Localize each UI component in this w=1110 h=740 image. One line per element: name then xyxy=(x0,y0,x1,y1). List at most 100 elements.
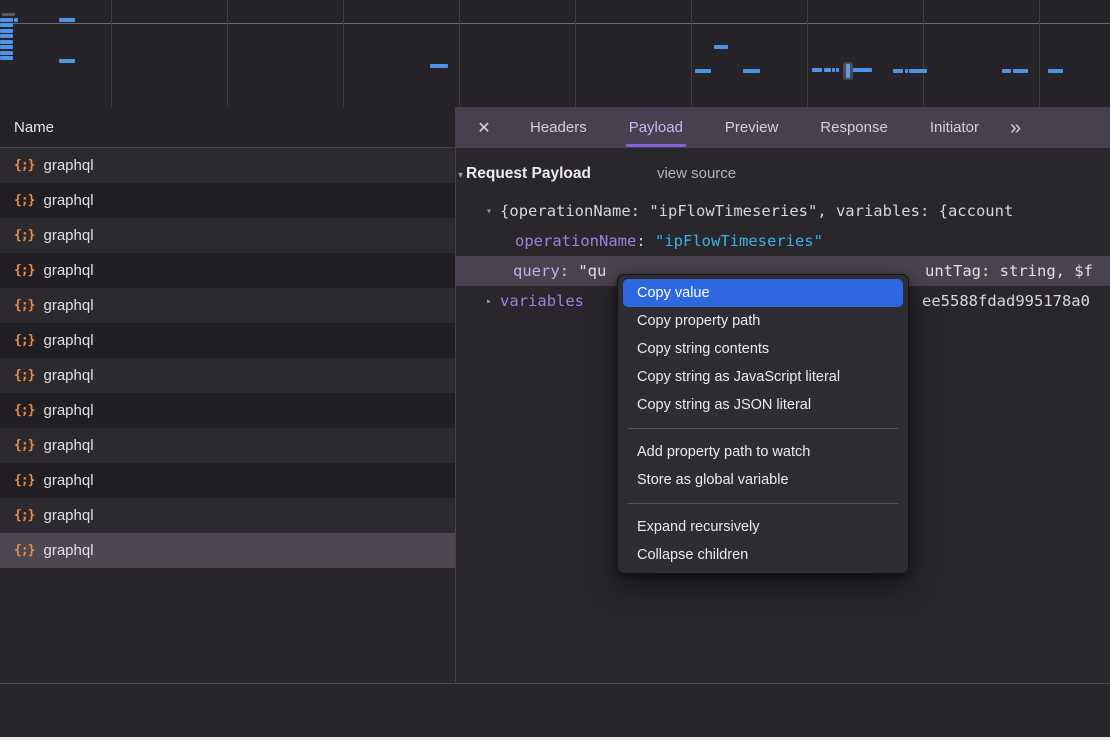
name-column-label: Name xyxy=(14,119,54,136)
request-row[interactable]: {;}graphql xyxy=(0,253,455,288)
tab-headers[interactable]: Headers xyxy=(515,107,602,148)
property-value: "ipFlowTimeseries" xyxy=(655,232,823,250)
timeline-bar[interactable] xyxy=(695,69,711,73)
timeline-selected-bar-inner xyxy=(846,64,850,78)
request-name-label: graphql xyxy=(43,332,93,349)
overview-gridline xyxy=(807,0,808,107)
menu-separator xyxy=(628,503,898,504)
json-braces-icon: {;} xyxy=(14,333,34,348)
tab-preview[interactable]: Preview xyxy=(710,107,793,148)
request-name-label: graphql xyxy=(43,402,93,419)
property-value-right: untTag: string, $f xyxy=(925,262,1093,280)
request-name-label: graphql xyxy=(43,297,93,314)
tab-initiator[interactable]: Initiator xyxy=(915,107,994,148)
json-braces-icon: {;} xyxy=(14,508,34,523)
request-row[interactable]: {;}graphql xyxy=(0,358,455,393)
request-row[interactable]: {;} graphql xyxy=(0,323,455,358)
request-name-label: graphql xyxy=(43,542,93,559)
timeline-bar[interactable] xyxy=(909,69,927,73)
section-title: Request Payload xyxy=(466,165,591,183)
timeline-bar[interactable] xyxy=(714,45,728,49)
overview-gridline xyxy=(111,0,112,107)
json-braces-icon: {;} xyxy=(14,193,34,208)
overview-gridline xyxy=(575,0,576,107)
collapse-triangle-icon[interactable]: ▾ xyxy=(486,206,492,217)
json-braces-icon: {;} xyxy=(14,543,34,558)
timeline-bar[interactable] xyxy=(853,68,872,72)
json-braces-icon: {;} xyxy=(14,368,34,383)
request-row[interactable]: {;} graphql xyxy=(0,148,455,183)
timeline-bar[interactable] xyxy=(1013,69,1028,73)
timeline-bar[interactable] xyxy=(1002,69,1011,73)
timeline-bar[interactable] xyxy=(0,40,13,44)
menu-item-copy-string-as-javascript-literal[interactable]: Copy string as JavaScript literal xyxy=(623,363,903,391)
timeline-bar[interactable] xyxy=(836,68,839,72)
json-braces-icon: {;} xyxy=(14,473,34,488)
timeline-bar[interactable] xyxy=(0,45,13,49)
request-row[interactable]: {;} graphql xyxy=(0,533,455,568)
view-source-link[interactable]: view source xyxy=(657,165,736,182)
timeline-bar[interactable] xyxy=(59,18,75,22)
collapse-triangle-icon: ▾ xyxy=(458,170,463,181)
menu-item-collapse-children[interactable]: Collapse children xyxy=(623,541,903,569)
timeline-bar[interactable] xyxy=(2,13,15,16)
object-preview-row[interactable]: ▾ {operationName: "ipFlowTimeseries", va… xyxy=(456,196,1110,226)
request-row[interactable]: {;} graphql xyxy=(0,288,455,323)
overview-gridline xyxy=(459,0,460,107)
operationname-row[interactable]: operationName: "ipFlowTimeseries" xyxy=(456,226,1110,256)
timeline-bar[interactable] xyxy=(812,68,822,72)
property-value-left: "qu xyxy=(578,262,606,280)
timeline-bar[interactable] xyxy=(0,34,13,38)
request-payload-section-header[interactable]: ▾ Request Payload view source xyxy=(456,148,1110,183)
json-braces-icon: {;} xyxy=(14,298,34,313)
menu-item-copy-string-contents[interactable]: Copy string contents xyxy=(623,335,903,363)
menu-item-copy-property-path[interactable]: Copy property path xyxy=(623,307,903,335)
json-braces-icon: {;} xyxy=(14,438,34,453)
close-icon[interactable]: ✕ xyxy=(471,118,497,138)
overview-gridline xyxy=(227,0,228,107)
timeline-bar[interactable] xyxy=(1048,69,1063,73)
json-braces-icon: {;} xyxy=(14,403,34,418)
request-row[interactable]: {;} graphql xyxy=(0,393,455,428)
timeline-bar[interactable] xyxy=(893,69,903,73)
request-name-label: graphql xyxy=(43,262,93,279)
expand-triangle-icon[interactable]: ▸ xyxy=(486,296,492,307)
json-braces-icon: {;} xyxy=(14,158,34,173)
timeline-bar[interactable] xyxy=(0,56,13,60)
menu-separator xyxy=(628,428,898,429)
timeline-bar[interactable] xyxy=(743,69,760,73)
menu-item-expand-recursively[interactable]: Expand recursively xyxy=(623,513,903,541)
request-name-label: graphql xyxy=(43,227,93,244)
network-overview-timeline[interactable] xyxy=(0,0,1110,108)
timeline-bar[interactable] xyxy=(905,69,908,73)
timeline-bar[interactable] xyxy=(430,64,448,68)
timeline-bar[interactable] xyxy=(0,29,13,33)
request-name-label: graphql xyxy=(43,157,93,174)
timeline-bar[interactable] xyxy=(824,68,831,72)
menu-item-store-as-global-variable[interactable]: Store as global variable xyxy=(623,466,903,494)
request-row[interactable]: {;}graphql xyxy=(0,183,455,218)
request-row[interactable]: {;}graphql xyxy=(0,498,455,533)
timeline-selected-bar[interactable] xyxy=(843,62,853,80)
menu-item-copy-value[interactable]: Copy value xyxy=(623,279,903,307)
timeline-bar[interactable] xyxy=(832,68,835,72)
request-list-name-column-header[interactable]: Name xyxy=(0,107,455,148)
request-list: {;} graphql {;} graphql {;} graphql {;} graphql… xyxy=(0,148,455,568)
more-tabs-icon[interactable]: » xyxy=(1010,118,1021,138)
timeline-bar[interactable] xyxy=(0,23,13,27)
timeline-bar[interactable] xyxy=(0,18,13,22)
timeline-bar[interactable] xyxy=(0,51,13,55)
tab-payload[interactable]: Payload xyxy=(614,107,698,148)
timeline-bar[interactable] xyxy=(14,18,18,22)
request-row[interactable]: {;}graphql xyxy=(0,218,455,253)
timeline-bar[interactable] xyxy=(59,59,75,63)
request-row[interactable]: {;}graphql xyxy=(0,463,455,498)
property-key: operationName xyxy=(515,232,636,250)
request-row[interactable]: {;}graphql xyxy=(0,428,455,463)
object-preview-text: {operationName: "ipFlowTimeseries", vari… xyxy=(500,202,1013,220)
tab-response[interactable]: Response xyxy=(805,107,903,148)
menu-item-add-property-path-to-watch[interactable]: Add property path to watch xyxy=(623,438,903,466)
menu-item-copy-string-as-json-literal[interactable]: Copy string as JSON literal xyxy=(623,391,903,419)
overview-gridline xyxy=(1039,0,1040,107)
status-footer xyxy=(0,683,1110,737)
